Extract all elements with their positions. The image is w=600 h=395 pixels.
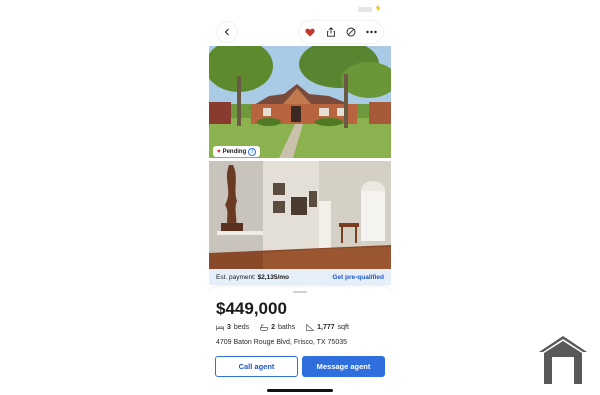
prequalify-link[interactable]: Get pre-qualified	[332, 274, 384, 281]
beds-value: 3	[227, 324, 231, 331]
sheet-drag-handle[interactable]	[293, 291, 307, 293]
share-icon	[327, 27, 335, 37]
sqft-label: sqft	[337, 324, 349, 331]
heart-small-icon: ♥	[217, 148, 221, 155]
favorite-button[interactable]	[300, 22, 320, 42]
status-badge: ♥ Pending i	[213, 146, 261, 157]
bath-icon	[260, 324, 268, 331]
charging-bolt-icon	[375, 4, 381, 14]
message-agent-button[interactable]: Message agent	[302, 356, 385, 377]
chevron-left-icon	[224, 28, 229, 36]
status-icons	[358, 4, 381, 14]
baths-value: 2	[271, 324, 275, 331]
status-bar	[209, 0, 391, 16]
phone-screen: ♥ Pending i Est. payment: $2,135/mo Get …	[209, 0, 391, 395]
listing-photo-exterior[interactable]	[209, 46, 391, 158]
call-agent-button[interactable]: Call agent	[215, 356, 298, 377]
home-indicator	[267, 389, 333, 392]
status-badge-label: Pending	[222, 148, 247, 155]
payment-bar: Est. payment: $2,135/mo Get pre-qualifie…	[209, 269, 391, 285]
baths-label: baths	[278, 324, 296, 331]
payment-value: $2,135/mo	[257, 273, 289, 281]
listing-address[interactable]: 4709 Baton Rouge Blvd, Frisco, TX 75035	[216, 339, 347, 346]
sqft-value: 1,777	[317, 324, 335, 331]
payment-estimate: Est. payment: $2,135/mo	[216, 274, 289, 281]
block-icon	[346, 27, 356, 37]
ruler-icon	[306, 324, 315, 331]
top-toolbar	[209, 20, 391, 44]
share-button[interactable]	[321, 22, 341, 42]
action-group	[299, 21, 383, 43]
payment-label: Est. payment:	[216, 273, 256, 281]
hide-button[interactable]	[341, 22, 361, 42]
more-button[interactable]	[361, 22, 381, 42]
listing-photo-interior[interactable]	[209, 161, 391, 270]
heart-icon	[305, 28, 315, 37]
listing-price: $449,000	[216, 299, 287, 318]
listing-facts: 3 beds 2 baths 1,777 sqft	[216, 324, 349, 331]
listing-details-sheet: $449,000 3 beds 2 baths 1,777 sqft 4709 …	[209, 287, 391, 395]
beds-label: beds	[233, 324, 250, 331]
signal-icon	[358, 6, 372, 12]
more-dots-icon	[365, 30, 377, 34]
back-button[interactable]	[217, 22, 237, 42]
bed-icon	[216, 325, 224, 330]
info-icon[interactable]: i	[248, 147, 257, 156]
house-logo-icon	[537, 335, 589, 385]
